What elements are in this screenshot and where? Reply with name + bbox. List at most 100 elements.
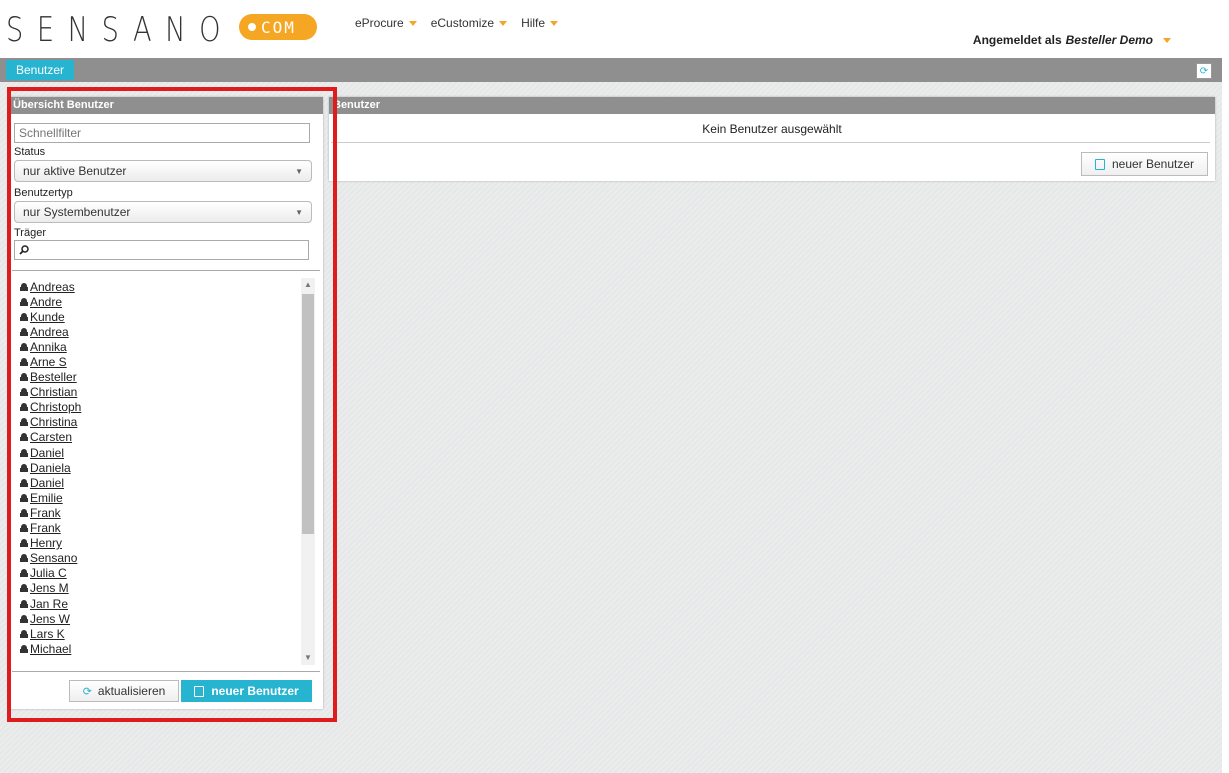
- list-item[interactable]: Frank: [19, 505, 83, 520]
- list-item[interactable]: Andrea: [19, 324, 83, 339]
- new-user-button[interactable]: neuer Benutzer: [1081, 152, 1208, 176]
- user-link[interactable]: Christian: [30, 385, 77, 399]
- user-link[interactable]: Sensano: [30, 551, 77, 565]
- user-link[interactable]: Christoph: [30, 400, 81, 414]
- status-value: nur aktive Benutzer: [23, 164, 127, 178]
- usertype-select[interactable]: nur Systembenutzer ▼: [14, 201, 312, 223]
- user-icon: [19, 448, 29, 458]
- carrier-label: Träger: [14, 227, 46, 239]
- list-item[interactable]: Arne S: [19, 354, 83, 369]
- list-item[interactable]: Carsten: [19, 430, 83, 445]
- user-icon: [19, 297, 29, 307]
- list-item[interactable]: Christina: [19, 415, 83, 430]
- list-item[interactable]: Lars K: [19, 626, 83, 641]
- nav-eprocure[interactable]: eProcure: [355, 16, 417, 30]
- user-icon: [19, 599, 29, 609]
- dropdown-arrow-icon: ▼: [295, 208, 303, 217]
- list-item[interactable]: Daniel: [19, 475, 83, 490]
- list-item[interactable]: Daniela: [19, 460, 83, 475]
- refresh-button-label: aktualisieren: [97, 684, 166, 698]
- user-link[interactable]: Christina: [30, 415, 77, 429]
- panel-title: Benutzer: [329, 97, 1215, 114]
- user-link[interactable]: Kunde: [30, 310, 65, 324]
- user-menu[interactable]: Angemeldet als Besteller Demo: [973, 33, 1171, 47]
- user-link[interactable]: Frank: [30, 506, 61, 520]
- scroll-up-icon[interactable]: ▲: [301, 278, 315, 292]
- status-select[interactable]: nur aktive Benutzer ▼: [14, 160, 312, 182]
- user-link[interactable]: Emilie: [30, 491, 63, 505]
- user-link[interactable]: Henry: [30, 536, 62, 550]
- list-item[interactable]: Andreas: [19, 279, 83, 294]
- user-link[interactable]: Andrea: [30, 325, 69, 339]
- user-link[interactable]: Jan Re: [30, 597, 68, 611]
- quick-filter-input[interactable]: [14, 123, 310, 143]
- list-item[interactable]: Christian: [19, 385, 83, 400]
- user-link[interactable]: Lars K: [30, 627, 65, 641]
- usertype-value: nur Systembenutzer: [23, 205, 131, 219]
- user-link[interactable]: Daniel: [30, 446, 64, 460]
- sensano-logo[interactable]: SENSANO COM: [6, 10, 317, 50]
- list-item[interactable]: Jens W: [19, 611, 83, 626]
- user-link[interactable]: Daniel: [30, 476, 64, 490]
- empty-message: Kein Benutzer ausgewählt: [702, 122, 842, 136]
- user-link[interactable]: Besteller: [30, 370, 77, 384]
- new-user-button[interactable]: neuer Benutzer: [181, 680, 312, 702]
- user-link[interactable]: Jens W: [30, 612, 70, 626]
- list-item[interactable]: Jens M: [19, 581, 83, 596]
- user-icon: [19, 478, 29, 488]
- user-icon: [19, 538, 29, 548]
- list-item[interactable]: Andre: [19, 294, 83, 309]
- user-link[interactable]: Daniela: [30, 461, 71, 475]
- panel-title: Übersicht Benutzer: [9, 97, 323, 114]
- nav-label: eCustomize: [430, 16, 495, 30]
- list-item[interactable]: Kunde: [19, 309, 83, 324]
- main-nav: eProcure eCustomize Hilfe: [355, 16, 559, 30]
- caret-down-icon: [408, 20, 417, 26]
- user-icon: [19, 568, 29, 578]
- user-overview-panel: Übersicht Benutzer Status nur aktive Ben…: [9, 97, 323, 709]
- module-toolbar: Benutzer ⟳: [0, 58, 1222, 82]
- user-link[interactable]: Andreas: [30, 280, 75, 294]
- list-item[interactable]: Annika: [19, 339, 83, 354]
- list-item[interactable]: Sensano: [19, 551, 83, 566]
- user-icon: [19, 342, 29, 352]
- list-item[interactable]: Besteller: [19, 370, 83, 385]
- carrier-search-input[interactable]: [14, 240, 309, 260]
- user-icon: [19, 417, 29, 427]
- refresh-button[interactable]: ⟳ aktualisieren: [69, 680, 179, 702]
- user-link[interactable]: Arne S: [30, 355, 67, 369]
- nav-label: Hilfe: [521, 16, 546, 30]
- user-link[interactable]: Andre: [30, 295, 62, 309]
- list-item[interactable]: Jan Re: [19, 596, 83, 611]
- list-item[interactable]: Daniel: [19, 445, 83, 460]
- list-item[interactable]: Julia C: [19, 566, 83, 581]
- user-link[interactable]: Michael: [30, 642, 71, 656]
- list-item[interactable]: Christoph: [19, 400, 83, 415]
- scrollbar-thumb[interactable]: [302, 294, 314, 534]
- list-item[interactable]: Frank: [19, 521, 83, 536]
- caret-down-icon: [550, 20, 559, 26]
- document-icon: [1094, 158, 1105, 170]
- divider: [12, 270, 320, 271]
- user-link[interactable]: Jens M: [30, 581, 69, 595]
- nav-ecustomize[interactable]: eCustomize: [430, 16, 508, 30]
- user-link[interactable]: Julia C: [30, 566, 67, 580]
- list-item[interactable]: Michael: [19, 641, 83, 656]
- divider: [12, 671, 320, 672]
- logo-wordmark: SENSANO: [6, 10, 235, 50]
- nav-hilfe[interactable]: Hilfe: [521, 16, 559, 30]
- refresh-icon[interactable]: ⟳: [1196, 63, 1212, 79]
- tab-benutzer[interactable]: Benutzer: [6, 60, 75, 80]
- divider: [331, 142, 1210, 143]
- user-icon: [19, 327, 29, 337]
- user-link[interactable]: Frank: [30, 521, 61, 535]
- user-icon: [19, 644, 29, 654]
- scroll-down-icon[interactable]: ▼: [301, 651, 315, 665]
- list-item[interactable]: Henry: [19, 536, 83, 551]
- user-link[interactable]: Annika: [30, 340, 67, 354]
- user-icon: [19, 493, 29, 503]
- list-item[interactable]: Emilie: [19, 490, 83, 505]
- user-list-scrollbar[interactable]: ▲ ▼: [301, 278, 315, 665]
- user-link[interactable]: Carsten: [30, 430, 72, 444]
- refresh-icon: ⟳: [82, 685, 92, 698]
